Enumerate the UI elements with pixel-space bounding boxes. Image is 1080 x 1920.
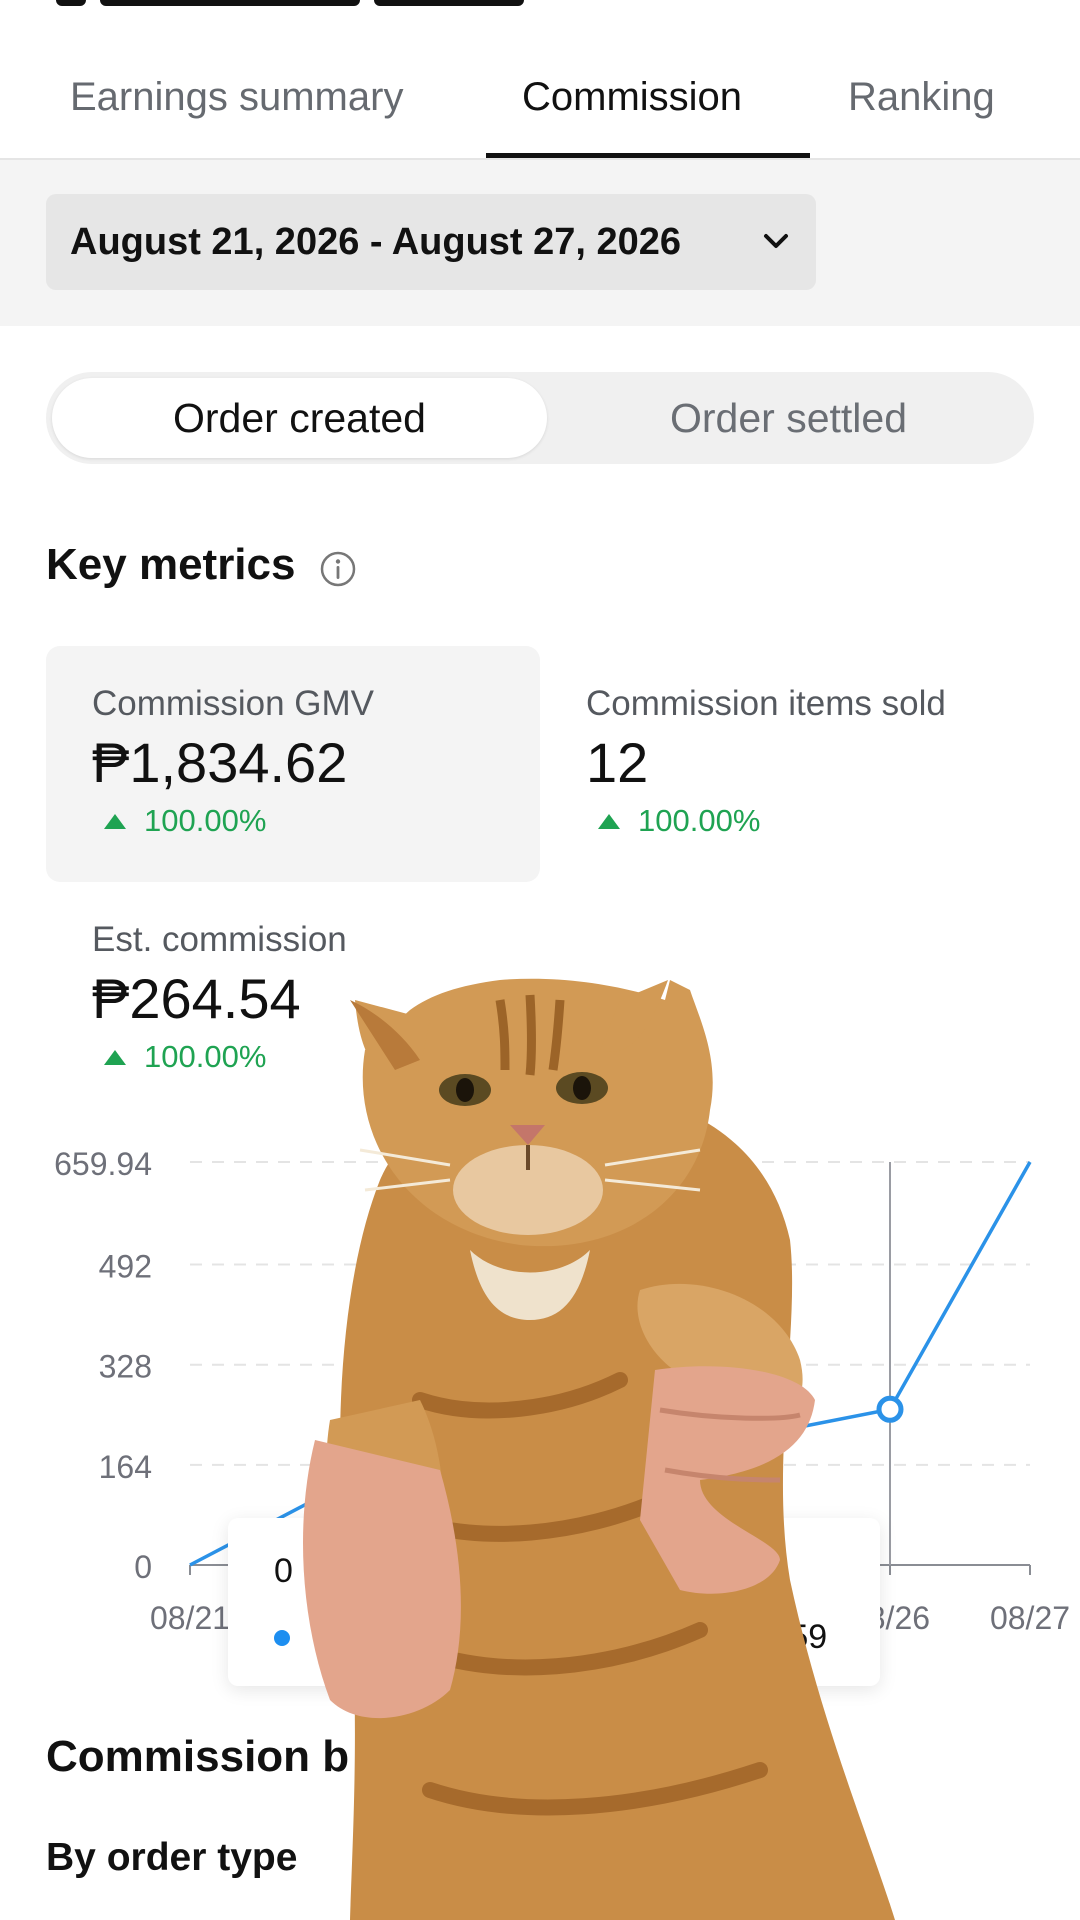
tab-ranking[interactable]: Ranking [848, 75, 995, 120]
order-created-option[interactable]: Order created [52, 378, 547, 458]
date-filter-band: August 21, 2026 - August 27, 2026 [0, 160, 1080, 326]
y-tick-label: 328 [99, 1349, 152, 1385]
metric-value: ₱1,834.62 [92, 731, 348, 794]
active-tab-indicator [486, 153, 810, 158]
metric-delta: 100.00% [92, 803, 374, 839]
highlighted-data-point [876, 1395, 904, 1423]
metric-label: Commission items sold [586, 684, 946, 723]
metric-est-commission[interactable]: Est. commission ₱264.54 100.00% [92, 920, 347, 1075]
trend-up-icon [104, 1049, 126, 1065]
tab-bar: Earnings summary Commission Ranking [0, 50, 1080, 160]
key-metrics-title: Key metrics [46, 540, 296, 589]
y-tick-label: 492 [99, 1249, 152, 1285]
metric-commission-items-sold[interactable]: Commission items sold 12 100.00% [586, 684, 946, 839]
metric-label: Est. commission [92, 920, 347, 959]
by-order-type-title: By order type [46, 1836, 298, 1879]
y-tick-label: 0 [134, 1549, 152, 1585]
series-line [189, 1161, 1032, 1567]
date-range-label: August 21, 2026 - August 27, 2026 [70, 221, 682, 263]
date-range-picker[interactable]: August 21, 2026 - August 27, 2026 [46, 194, 816, 290]
y-tick-label: 164 [99, 1449, 152, 1485]
trend-up-icon [104, 813, 126, 829]
chevron-down-icon [764, 234, 788, 248]
y-tick-label: 659.94 [54, 1146, 152, 1182]
metric-label: Commission GMV [92, 684, 374, 723]
metric-commission-gmv[interactable]: Commission GMV ₱1,834.62 100.00% [92, 684, 374, 839]
tab-earnings-summary[interactable]: Earnings summary [70, 75, 403, 120]
metric-value: 12 [586, 731, 649, 794]
chart-tooltip: 0 5.59 [228, 1518, 880, 1686]
metric-delta: 100.00% [586, 803, 946, 839]
tooltip-value: 5.59 [761, 1618, 828, 1656]
tooltip-date: 0 [274, 1552, 293, 1590]
commission-breakdown-title: Commission b [46, 1732, 350, 1781]
metric-value: ₱264.54 [92, 967, 301, 1030]
x-tick-label: 08/21 [150, 1600, 230, 1636]
header-title-sliver [0, 0, 1080, 10]
trend-up-icon [598, 813, 620, 829]
x-tick-label: 08/27 [990, 1600, 1070, 1636]
series-dot-icon [274, 1630, 290, 1646]
tab-commission[interactable]: Commission [522, 75, 742, 120]
metric-delta: 100.00% [92, 1039, 347, 1075]
order-settled-option[interactable]: Order settled [541, 378, 1036, 458]
info-icon[interactable] [318, 549, 358, 589]
order-status-toggle: Order created Order settled [46, 372, 1034, 464]
